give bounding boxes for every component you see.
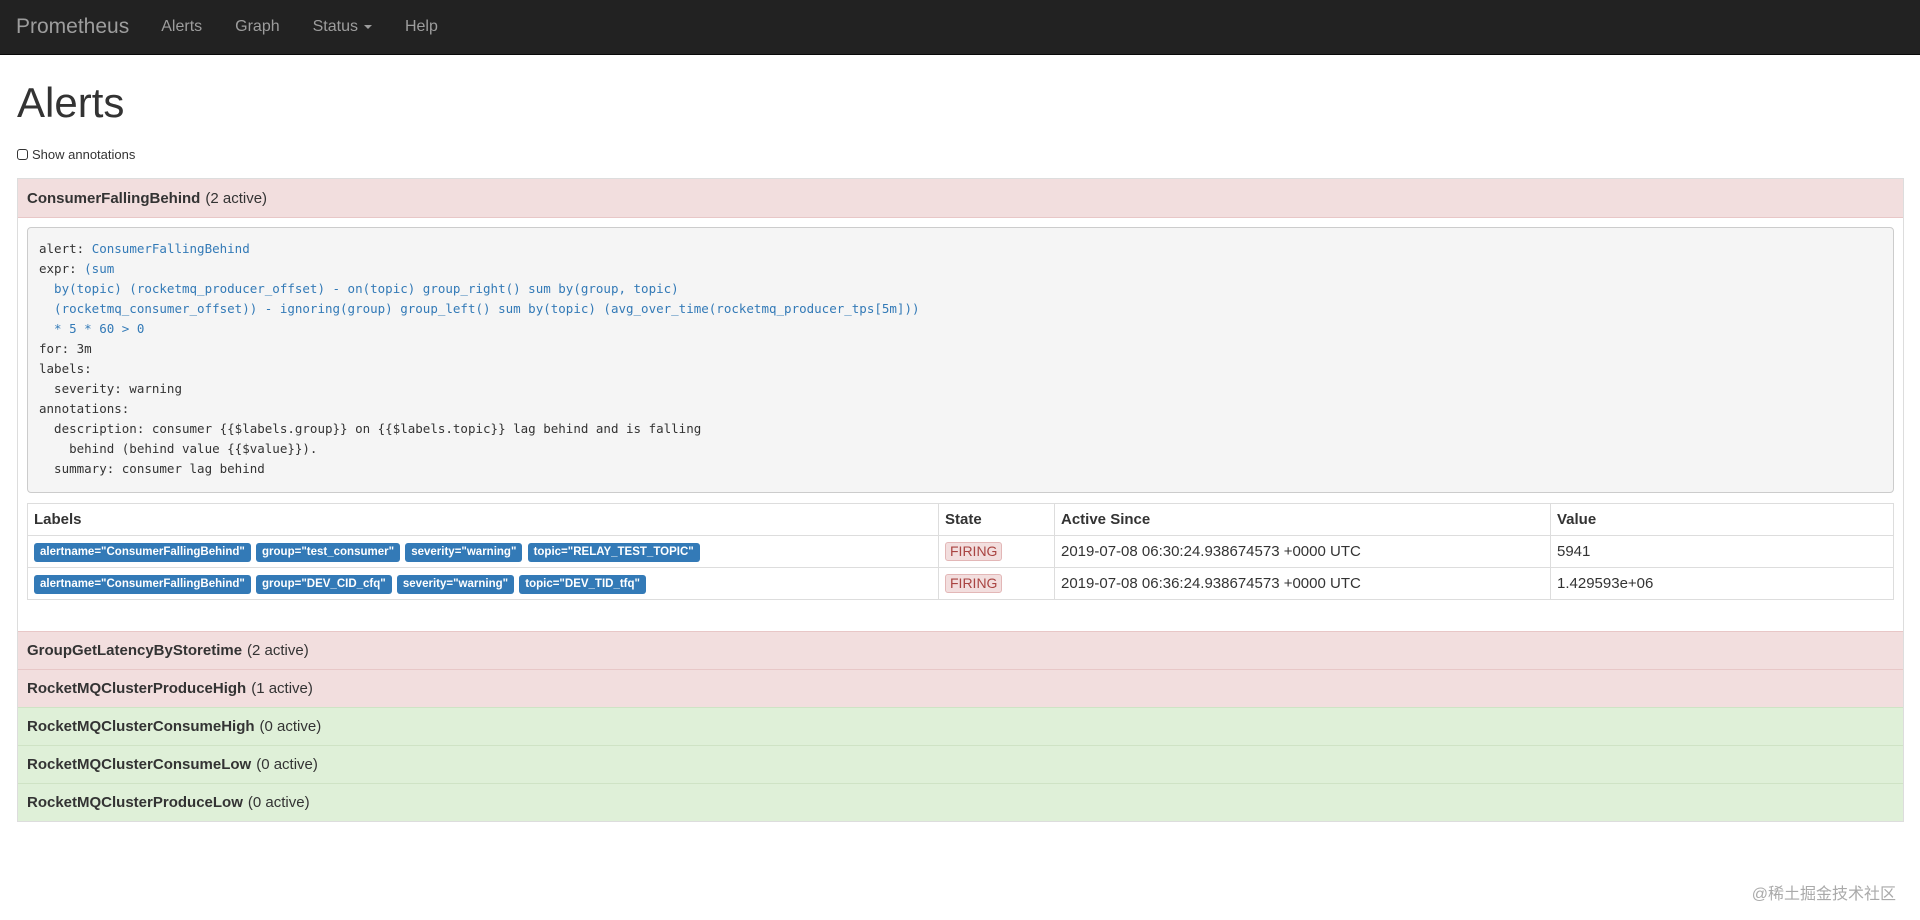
alert-group-count: (2 active) xyxy=(205,189,268,207)
alert-group-name: ConsumerFallingBehind xyxy=(27,189,201,207)
alert-group-header[interactable]: ConsumerFallingBehind (2 active) xyxy=(18,179,1903,217)
show-annotations-label: Show annotations xyxy=(32,147,136,162)
label-badge: topic="RELAY_TEST_TOPIC" xyxy=(527,542,700,562)
caret-down-icon xyxy=(363,25,372,29)
page-title: Alerts xyxy=(17,79,125,126)
alert-group-header[interactable]: RocketMQClusterConsumeHigh (0 active) xyxy=(18,707,1903,745)
col-header-active-since: Active Since xyxy=(1054,503,1551,536)
show-annotations-checkbox[interactable] xyxy=(17,149,28,160)
alert-group-name: RocketMQClusterProduceLow xyxy=(27,794,243,811)
alert-group-name: RocketMQClusterConsumeLow xyxy=(27,756,252,773)
labels-cell: alertname="ConsumerFallingBehind" group=… xyxy=(27,567,939,600)
rule-alert-link[interactable]: ConsumerFallingBehind xyxy=(92,241,250,256)
active-since-cell: 2019-07-08 06:36:24.938674573 +0000 UTC xyxy=(1054,567,1551,600)
alert-group-header[interactable]: RocketMQClusterProduceHigh (1 active) xyxy=(18,669,1903,707)
labels-cell: alertname="ConsumerFallingBehind" group=… xyxy=(27,535,939,568)
alert-rule-definition: alert: ConsumerFallingBehind expr: (sum … xyxy=(27,227,1894,493)
main-content: Alerts Show annotations ConsumerFallingB… xyxy=(0,77,1920,822)
label-badge: group="test_consumer" xyxy=(256,542,401,562)
label-badge: topic="DEV_TID_tfq" xyxy=(519,574,646,594)
state-badge: FIRING xyxy=(945,574,1003,593)
alert-group-count: (1 active) xyxy=(251,680,313,697)
alert-group-count: (0 active) xyxy=(256,756,318,773)
alert-group-header[interactable]: GroupGetLatencyByStoretime (2 active) xyxy=(18,631,1903,669)
alert-group-name: RocketMQClusterProduceHigh xyxy=(27,680,247,697)
col-header-value: Value xyxy=(1550,503,1894,536)
active-alerts-table: Labels State Active Since Value alertnam… xyxy=(27,503,1894,600)
alert-group-header[interactable]: RocketMQClusterConsumeLow (0 active) xyxy=(18,745,1903,783)
watermark: @稀土掘金技术社区 xyxy=(1751,886,1896,903)
navbar: Prometheus Alerts Graph Status Help xyxy=(0,0,1920,55)
alert-group-name: RocketMQClusterConsumeHigh xyxy=(27,718,255,735)
value-cell: 1.429593e+06 xyxy=(1550,567,1894,600)
alert-detail: alert: ConsumerFallingBehind expr: (sum … xyxy=(18,217,1903,631)
rule-expr-link[interactable]: (sum by(topic) (rocketmq_producer_offset… xyxy=(39,261,919,336)
rule-alert-key: alert: xyxy=(39,241,92,256)
nav-status-dropdown[interactable]: Status xyxy=(313,18,372,36)
state-cell: FIRING xyxy=(938,567,1055,600)
state-cell: FIRING xyxy=(938,535,1055,568)
show-annotations-toggle[interactable]: Show annotations xyxy=(17,147,1904,162)
alert-group-name: GroupGetLatencyByStoretime xyxy=(27,642,243,659)
table-row: alertname="ConsumerFallingBehind" group=… xyxy=(27,567,1894,600)
label-badge: severity="warning" xyxy=(405,542,523,562)
active-since-cell: 2019-07-08 06:30:24.938674573 +0000 UTC xyxy=(1054,535,1551,568)
col-header-labels: Labels xyxy=(27,503,939,536)
nav-graph[interactable]: Graph xyxy=(235,18,279,36)
alert-group-header[interactable]: RocketMQClusterProduceLow (0 active) xyxy=(18,783,1903,821)
rule-rest: for: 3m labels: severity: warning annota… xyxy=(39,341,702,476)
value-cell: 5941 xyxy=(1550,535,1894,568)
nav-status-label: Status xyxy=(312,18,358,35)
brand-link[interactable]: Prometheus xyxy=(16,15,129,39)
alerts-list: ConsumerFallingBehind (2 active) alert: … xyxy=(17,178,1904,822)
nav-alerts[interactable]: Alerts xyxy=(161,18,202,36)
alert-group-count: (0 active) xyxy=(247,794,310,811)
nav-help[interactable]: Help xyxy=(405,18,438,36)
alert-group-count: (0 active) xyxy=(259,718,322,735)
state-badge: FIRING xyxy=(945,542,1003,561)
rule-expr-key: expr: xyxy=(39,261,85,276)
label-badge: alertname="ConsumerFallingBehind" xyxy=(34,542,251,562)
label-badge: severity="warning" xyxy=(396,574,515,594)
label-badge: group="DEV_CID_cfq" xyxy=(256,574,392,594)
table-row: alertname="ConsumerFallingBehind" group=… xyxy=(27,535,1894,568)
alert-group-count: (2 active) xyxy=(247,642,309,659)
col-header-state: State xyxy=(938,503,1055,536)
label-badge: alertname="ConsumerFallingBehind" xyxy=(34,574,251,594)
